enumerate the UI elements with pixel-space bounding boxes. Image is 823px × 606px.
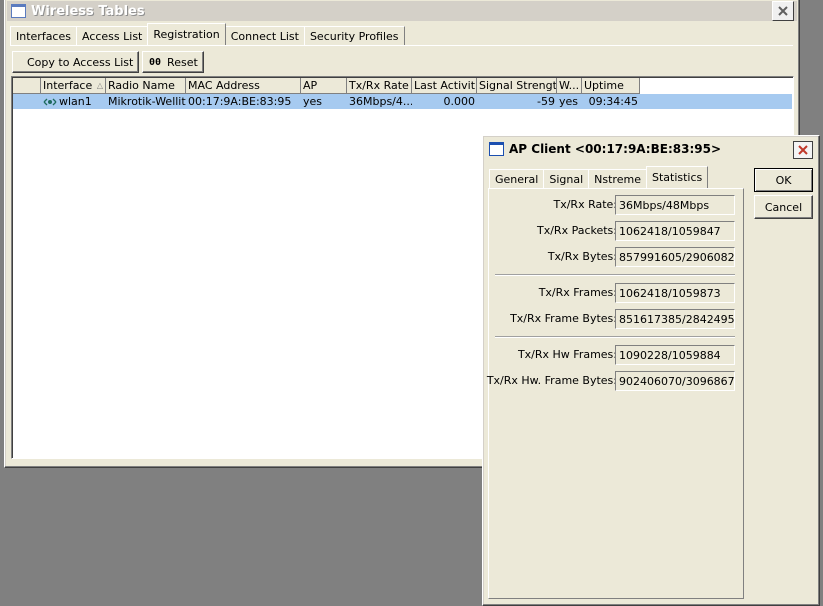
- table-row[interactable]: wlan1 Mikrotik-Wellite 00:17:9A:BE:83:95…: [13, 94, 792, 109]
- txrx-frames-value: 1062418/1059873: [615, 283, 735, 303]
- field-txrx-frame-bytes: Tx/Rx Frame Bytes: 851617385/284249516: [489, 309, 739, 329]
- txrx-packets-value: 1062418/1059847: [615, 221, 735, 241]
- txrx-hw-frames-value: 1090228/1059884: [615, 345, 735, 365]
- separator: [495, 336, 735, 338]
- col-interface[interactable]: Interface △: [41, 78, 106, 94]
- row-ap: yes: [303, 95, 323, 108]
- wireless-tabs: Interfaces Access List Registration Conn…: [10, 23, 405, 45]
- col-txrx-rate[interactable]: Tx/Rx Rate: [347, 78, 412, 94]
- window-icon: [11, 4, 26, 18]
- txrx-hw-frame-bytes-value: 902406070/309686754: [615, 371, 735, 391]
- field-txrx-hw-frame-bytes: Tx/Rx Hw. Frame Bytes: 902406070/3096867…: [487, 371, 739, 391]
- row-mac-address: 00:17:9A:BE:83:95: [188, 95, 292, 108]
- reset-button[interactable]: 00 Reset: [142, 51, 204, 73]
- ok-button[interactable]: OK: [754, 168, 813, 192]
- ap-client-titlebar[interactable]: AP Client <00:17:9A:BE:83:95>: [485, 139, 817, 159]
- tab-signal[interactable]: Signal: [543, 169, 590, 188]
- row-last-activity: 0.000: [443, 95, 476, 108]
- col-uptime[interactable]: Uptime: [582, 78, 640, 94]
- field-txrx-hw-frames: Tx/Rx Hw Frames: 1090228/1059884: [489, 345, 739, 365]
- row-w: yes: [559, 95, 579, 108]
- field-txrx-packets: Tx/Rx Packets: 1062418/1059847: [489, 221, 739, 241]
- reset-counter-icon: 00: [149, 56, 162, 68]
- cancel-button[interactable]: Cancel: [754, 195, 813, 219]
- tab-connect-list[interactable]: Connect List: [224, 26, 305, 45]
- col-mac-address[interactable]: MAC Address: [186, 78, 301, 94]
- close-icon: [798, 145, 808, 155]
- sort-ascending-icon: △: [96, 81, 103, 90]
- txrx-bytes-value: 857991605/290608208: [615, 247, 735, 267]
- field-txrx-rate: Tx/Rx Rate: 36Mbps/48Mbps: [489, 195, 739, 215]
- col-radio-name[interactable]: Radio Name: [106, 78, 186, 94]
- col-ap[interactable]: AP: [301, 78, 347, 94]
- txrx-frame-bytes-value: 851617385/284249516: [615, 309, 735, 329]
- row-uptime: 09:34:45: [588, 95, 638, 108]
- table-header: Interface △ Radio Name MAC Address AP Tx…: [13, 78, 640, 94]
- dialog-title: AP Client <00:17:9A:BE:83:95>: [509, 142, 721, 156]
- col-marker: [13, 78, 41, 94]
- ap-client-tabs: General Signal Nstreme Statistics: [489, 166, 709, 188]
- close-icon: [778, 6, 788, 16]
- close-button[interactable]: [793, 141, 813, 159]
- tab-panel-border: [10, 45, 793, 46]
- window-icon: [489, 142, 504, 156]
- field-txrx-frames: Tx/Rx Frames: 1062418/1059873: [489, 283, 739, 303]
- close-button[interactable]: [772, 1, 794, 21]
- row-interface: wlan1: [59, 95, 92, 108]
- window-title: Wireless Tables: [31, 3, 145, 19]
- tab-registration[interactable]: Registration: [147, 23, 226, 45]
- col-last-activity[interactable]: Last Activit...: [412, 78, 477, 94]
- col-signal-strength[interactable]: Signal Strengt...: [477, 78, 557, 94]
- wireless-interface-icon: [43, 98, 57, 105]
- tab-nstreme[interactable]: Nstreme: [588, 169, 647, 188]
- ap-client-window: AP Client <00:17:9A:BE:83:95> General Si…: [482, 135, 820, 606]
- copy-to-access-list-button[interactable]: Copy to Access List: [12, 51, 139, 73]
- tab-interfaces[interactable]: Interfaces: [10, 26, 77, 45]
- col-w[interactable]: W...: [557, 78, 582, 94]
- row-radio-name: Mikrotik-Wellite: [108, 95, 186, 108]
- txrx-rate-value: 36Mbps/48Mbps: [615, 195, 735, 215]
- row-signal-strength: -59: [537, 95, 555, 108]
- field-txrx-bytes: Tx/Rx Bytes: 857991605/290608208: [489, 247, 739, 267]
- tab-statistics[interactable]: Statistics: [645, 166, 709, 188]
- row-txrx-rate: 36Mbps/4...: [349, 95, 412, 108]
- statistics-panel: Tx/Rx Rate: 36Mbps/48Mbps Tx/Rx Packets:…: [487, 188, 744, 599]
- tab-access-list[interactable]: Access List: [75, 26, 149, 45]
- separator: [495, 274, 735, 276]
- tab-general[interactable]: General: [489, 169, 545, 188]
- tab-security-profiles[interactable]: Security Profiles: [303, 26, 405, 45]
- wireless-tables-titlebar[interactable]: Wireless Tables: [7, 1, 797, 21]
